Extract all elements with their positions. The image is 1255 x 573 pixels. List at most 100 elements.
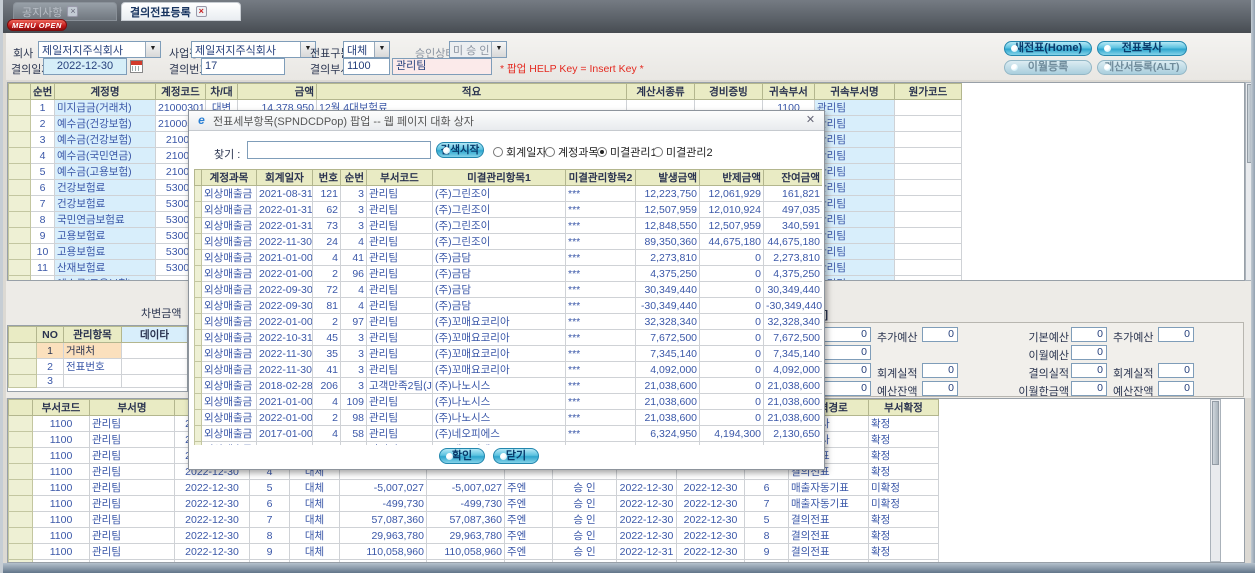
cell[interactable]: 7 bbox=[30, 195, 55, 212]
table-row[interactable]: 외상매출금 2021-01-00 4 41 관리팀 (주)금담 *** 2,273,810 0 2… bbox=[194, 249, 822, 266]
cell[interactable]: 4 bbox=[312, 393, 341, 410]
cell[interactable] bbox=[194, 393, 202, 410]
search-start-button[interactable]: 검색시작 bbox=[436, 142, 484, 158]
cell[interactable]: 2021-01-00 bbox=[256, 249, 313, 266]
cell[interactable] bbox=[8, 259, 31, 276]
cell[interactable]: 3 bbox=[340, 201, 367, 218]
cell[interactable]: 관리팀 bbox=[814, 259, 895, 276]
cell[interactable] bbox=[194, 265, 202, 282]
cell[interactable]: 외상매출금 bbox=[201, 329, 257, 346]
cell[interactable]: 21,038,600 bbox=[635, 377, 700, 394]
cell[interactable]: 3 bbox=[340, 185, 367, 202]
cell[interactable]: *** bbox=[565, 361, 636, 378]
cell[interactable] bbox=[194, 313, 202, 330]
chevron-down-icon[interactable]: ▼ bbox=[145, 42, 160, 57]
cell[interactable]: 2022-01-31 bbox=[256, 201, 313, 218]
cell[interactable] bbox=[8, 115, 31, 132]
table-row[interactable]: 외상매출금 2022-11-30 41 3 관리팀 (주)꼬매요코리아 *** 4,092,0… bbox=[194, 361, 822, 378]
cell[interactable]: 6 bbox=[249, 495, 290, 512]
cell[interactable]: 9 bbox=[744, 543, 789, 560]
cell[interactable] bbox=[8, 479, 33, 496]
close-button[interactable]: 닫기 bbox=[493, 448, 539, 464]
cell[interactable]: 외상매출금 bbox=[201, 441, 257, 445]
cell[interactable]: 2022-12-31 bbox=[616, 543, 677, 560]
cell[interactable]: 관리팀 bbox=[366, 249, 433, 266]
cell[interactable]: 21,038,600 bbox=[763, 393, 822, 410]
cell[interactable]: 5 bbox=[30, 163, 55, 180]
table-row[interactable]: 외상매출금 2022-01-31 73 3 관리팀 (주)그린조이 *** 12,848,55… bbox=[194, 217, 822, 234]
budget-value[interactable]: 0 bbox=[1071, 381, 1107, 396]
cell[interactable]: -499,730 bbox=[339, 495, 427, 512]
cell[interactable]: 89,350,360 bbox=[635, 233, 700, 250]
cell[interactable]: 2,273,810 bbox=[635, 249, 700, 266]
cell[interactable]: -30,349,440 bbox=[763, 297, 822, 314]
cell[interactable]: (주)금담 bbox=[432, 249, 566, 266]
cell[interactable]: 건강보험료 bbox=[54, 195, 156, 212]
cell[interactable]: 2022-11-30 bbox=[256, 345, 313, 362]
cell[interactable]: 21,038,600 bbox=[763, 409, 822, 426]
cell[interactable]: 57,087,360 bbox=[426, 511, 505, 528]
cell[interactable] bbox=[194, 217, 202, 234]
table-row[interactable]: 외상매출금 2022-01-00 2 97 관리팀 (주)꼬매요코리아 *** 32,328,… bbox=[194, 313, 822, 330]
cell[interactable]: *** bbox=[565, 201, 636, 218]
table-row[interactable]: 외상매출금 2022-09-30 72 4 관리팀 (주)금담 *** 30,349,440 0… bbox=[194, 281, 822, 298]
cell[interactable]: 2022-12-30 bbox=[174, 543, 250, 560]
cell[interactable]: 2022-11-30 bbox=[256, 233, 313, 250]
cell[interactable]: 4,375,250 bbox=[635, 265, 700, 282]
budget-value[interactable]: 0 bbox=[1071, 363, 1107, 378]
table-row[interactable]: 외상매출금 2017-01-00 4 58 관리팀 (주)네오피에스 *** 6,324,95… bbox=[194, 425, 822, 442]
budget-value[interactable]: 0 bbox=[1158, 381, 1194, 396]
radio-open-mgmt2[interactable]: 미결관리2 bbox=[653, 144, 713, 160]
cell[interactable]: 2022-12-30 bbox=[676, 479, 745, 496]
budget-value[interactable]: 0 bbox=[922, 363, 958, 378]
cell[interactable] bbox=[194, 425, 202, 442]
cell[interactable]: 21,038,600 bbox=[635, 409, 700, 426]
tab-close-icon[interactable]: × bbox=[67, 6, 79, 17]
cell[interactable]: 4 bbox=[30, 147, 55, 164]
cell[interactable]: 2022-12-30 bbox=[616, 479, 677, 496]
cell[interactable]: 2022-01-00 bbox=[256, 409, 313, 426]
cell[interactable]: 외상매출금 bbox=[201, 185, 257, 202]
cell[interactable]: 외상매출금 bbox=[201, 265, 257, 282]
cell[interactable]: 대체 bbox=[289, 495, 340, 512]
cell[interactable]: (주)꼬매요코리아 bbox=[432, 361, 566, 378]
cell[interactable]: 0 bbox=[699, 409, 764, 426]
cell[interactable]: *** bbox=[565, 377, 636, 394]
cell[interactable]: *** bbox=[565, 329, 636, 346]
cell[interactable]: 관리팀 bbox=[366, 313, 433, 330]
cell[interactable]: 매출자동기표 bbox=[788, 479, 869, 496]
cell[interactable]: 497,035 bbox=[763, 201, 822, 218]
cell[interactable]: 4 bbox=[340, 233, 367, 250]
cell[interactable]: 7 bbox=[249, 511, 290, 528]
cell[interactable]: 4 bbox=[312, 249, 341, 266]
cell[interactable] bbox=[194, 281, 202, 298]
cell[interactable]: 3 bbox=[340, 377, 367, 394]
slip-no-field[interactable]: 17 bbox=[201, 58, 285, 75]
cell[interactable] bbox=[8, 527, 33, 544]
cell[interactable]: 산재보험료 bbox=[54, 259, 156, 276]
cell[interactable] bbox=[8, 511, 33, 528]
cell[interactable] bbox=[8, 463, 33, 480]
cell[interactable]: 확정 bbox=[868, 463, 939, 480]
cell[interactable] bbox=[894, 179, 962, 196]
cell[interactable]: (주)나노시스 bbox=[432, 409, 566, 426]
table-row[interactable]: 외상매출금 2022-01-00 2 96 관리팀 (주)금담 *** 4,375,250 0 4… bbox=[194, 265, 822, 282]
cell[interactable]: 41 bbox=[340, 249, 367, 266]
budget-value[interactable]: 0 bbox=[1158, 327, 1194, 342]
cell[interactable] bbox=[194, 329, 202, 346]
cell[interactable] bbox=[894, 227, 962, 244]
cell[interactable]: 32,328,340 bbox=[635, 313, 700, 330]
cell[interactable]: 예수금(고용보험) bbox=[54, 163, 156, 180]
radio-open-mgmt1[interactable]: 미결관리1 bbox=[597, 144, 657, 160]
ok-button[interactable]: 확인 bbox=[439, 448, 485, 464]
cell[interactable]: 30,349,440 bbox=[763, 281, 822, 298]
cell[interactable]: 관리팀 bbox=[366, 233, 433, 250]
cell[interactable]: 8 bbox=[249, 527, 290, 544]
cell[interactable] bbox=[194, 201, 202, 218]
cell[interactable] bbox=[194, 441, 202, 445]
tab-slip-entry[interactable]: 결의전표등록 × bbox=[121, 2, 241, 21]
close-icon[interactable]: ✕ bbox=[803, 113, 818, 128]
cell[interactable]: 7,345,140 bbox=[635, 345, 700, 362]
cell[interactable]: 결의전표 bbox=[788, 527, 869, 544]
cell[interactable]: 고용보험료 bbox=[54, 227, 156, 244]
